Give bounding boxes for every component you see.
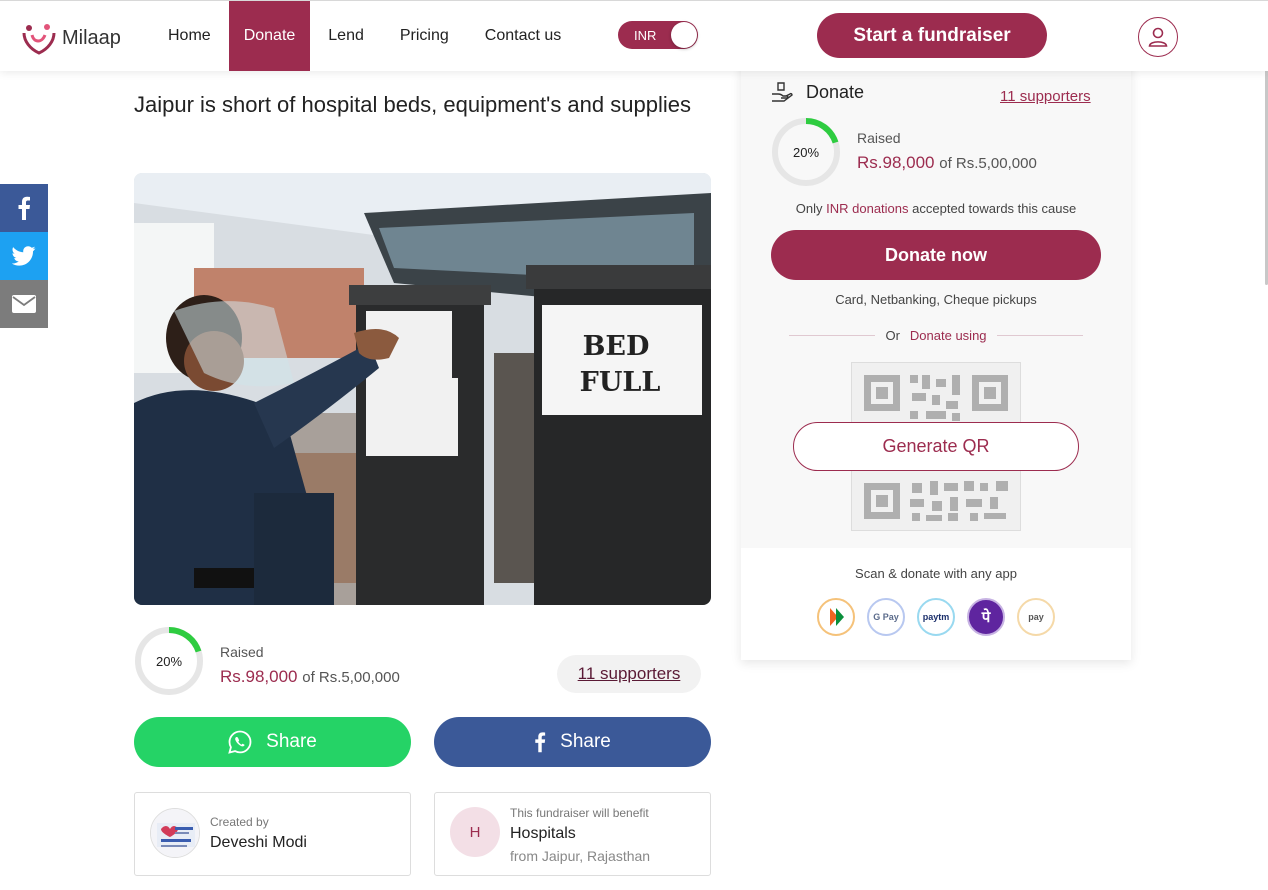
nav-home[interactable]: Home	[150, 1, 229, 71]
panel-raised-label: Raised	[857, 130, 901, 146]
creator-card[interactable]: Created by Deveshi Modi	[134, 792, 411, 876]
start-fundraiser-button[interactable]: Start a fundraiser	[817, 13, 1047, 58]
divider-line-right	[996, 335, 1084, 336]
supporters-link[interactable]: 11 supporters	[557, 655, 701, 693]
generate-qr-button[interactable]: Generate QR	[793, 422, 1079, 471]
creator-avatar	[150, 808, 200, 858]
currency-toggle-label: INR	[634, 28, 657, 43]
or-text: Or	[885, 328, 900, 343]
panel-raised-goal: of Rs.5,00,000	[939, 155, 1037, 172]
campaign-title: Jaipur is short of hospital beds, equipm…	[134, 92, 691, 117]
photo-sign-full: FULL	[580, 367, 661, 398]
amazon-pay-icon[interactable]: pay	[1017, 598, 1055, 636]
social-share-bar	[0, 184, 48, 328]
panel-progress-percent: 20%	[792, 144, 820, 160]
campaign-progress-ring: 20%	[134, 626, 204, 696]
beneficiary-location: from Jaipur, Rajasthan	[510, 848, 651, 864]
progress-percent: 20%	[155, 653, 183, 669]
facebook-icon	[18, 196, 30, 220]
scan-donate-text: Scan & donate with any app	[855, 566, 1017, 581]
beneficiary-card[interactable]: H This fundraiser will benefit Hospitals…	[434, 792, 711, 876]
facebook-share-label: Share	[560, 731, 611, 752]
amazon-pay-label: pay	[1028, 612, 1044, 622]
inr-donations-text: INR donations	[826, 201, 909, 216]
upi-apps: G Pay paytm पे pay	[817, 598, 1055, 636]
raised-label: Raised	[220, 644, 264, 660]
donate-hand-icon	[772, 82, 793, 102]
google-pay-label: G Pay	[873, 612, 899, 622]
whatsapp-icon	[228, 730, 252, 754]
nav-donate[interactable]: Donate	[228, 1, 311, 71]
paytm-icon[interactable]: paytm	[917, 598, 955, 636]
milaap-logo[interactable]: Milaap	[20, 21, 121, 55]
donate-using-link[interactable]: Donate using	[910, 328, 987, 343]
main-nav: Home Donate Lend Pricing Contact us	[150, 1, 579, 71]
milaap-logo-icon	[22, 24, 56, 55]
campaign-photo[interactable]: BED FULL	[134, 173, 711, 605]
panel-raised-amount-row: Rs.98,000 of Rs.5,00,000	[857, 153, 1037, 173]
page: Milaap Home Donate Lend Pricing Contact …	[0, 0, 1268, 890]
paytm-label: paytm	[922, 612, 950, 622]
beneficiary-avatar: H	[450, 807, 500, 857]
logo-text: Milaap	[62, 26, 121, 49]
nav-lend[interactable]: Lend	[310, 1, 382, 71]
raised-amount-row: Rs.98,000 of Rs.5,00,000	[220, 667, 400, 687]
whatsapp-share-label: Share	[266, 731, 317, 752]
bhim-upi-glyph	[830, 608, 844, 626]
donate-panel: Donate 11 supporters 20% Raised Rs.98,00…	[741, 60, 1131, 660]
user-account-button[interactable]	[1138, 17, 1178, 57]
site-header: Milaap Home Donate Lend Pricing Contact …	[0, 0, 1268, 71]
whatsapp-share-button[interactable]: Share	[134, 717, 411, 767]
or-divider: Or Donate using	[789, 328, 1084, 343]
payment-methods: Card, Netbanking, Cheque pickups	[835, 292, 1037, 307]
panel-supporters-link[interactable]: 11 supporters	[1000, 88, 1091, 105]
raised-amount: Rs.98,000	[220, 667, 298, 686]
donate-heading: Donate	[806, 81, 865, 102]
toggle-knob	[671, 22, 697, 48]
panel-raised-amount: Rs.98,000	[857, 153, 935, 172]
raised-goal: of Rs.5,00,000	[302, 669, 400, 686]
beneficiary-name: Hospitals	[510, 825, 576, 842]
scrollbar[interactable]	[1264, 0, 1268, 890]
facebook-share-button[interactable]: Share	[434, 717, 711, 767]
google-pay-icon[interactable]: G Pay	[867, 598, 905, 636]
user-icon	[1148, 27, 1168, 47]
created-by-label: Created by	[210, 815, 269, 829]
email-share-side-button[interactable]	[0, 280, 48, 328]
scan-donate-section: Scan & donate with any app G Pay paytm प…	[741, 548, 1131, 660]
phonepe-label: पे	[981, 609, 991, 626]
twitter-icon	[12, 246, 36, 266]
donate-now-button[interactable]: Donate now	[771, 230, 1101, 280]
divider-line-left	[789, 335, 876, 336]
beneficiary-label: This fundraiser will benefit	[510, 806, 649, 820]
currency-toggle[interactable]: INR	[618, 21, 698, 49]
creator-name: Deveshi Modi	[210, 834, 307, 851]
nav-contact-us[interactable]: Contact us	[467, 1, 579, 71]
panel-progress-ring: 20%	[771, 117, 841, 187]
facebook-icon	[535, 732, 546, 753]
inr-only-note: Only INR donations accepted towards this…	[741, 201, 1131, 216]
only-suffix: accepted towards this cause	[912, 201, 1077, 216]
nav-pricing[interactable]: Pricing	[382, 1, 467, 71]
phonepe-icon[interactable]: पे	[967, 598, 1005, 636]
creator-avatar-image	[151, 809, 199, 857]
hospital-bed-full-photo: BED FULL	[134, 173, 711, 605]
photo-sign-bed: BED	[583, 331, 650, 362]
twitter-share-side-button[interactable]	[0, 232, 48, 280]
email-icon	[12, 295, 36, 313]
bhim-upi-icon[interactable]	[817, 598, 855, 636]
donate-panel-header: Donate	[770, 80, 864, 104]
only-prefix: Only	[795, 201, 823, 216]
facebook-share-side-button[interactable]	[0, 184, 48, 232]
